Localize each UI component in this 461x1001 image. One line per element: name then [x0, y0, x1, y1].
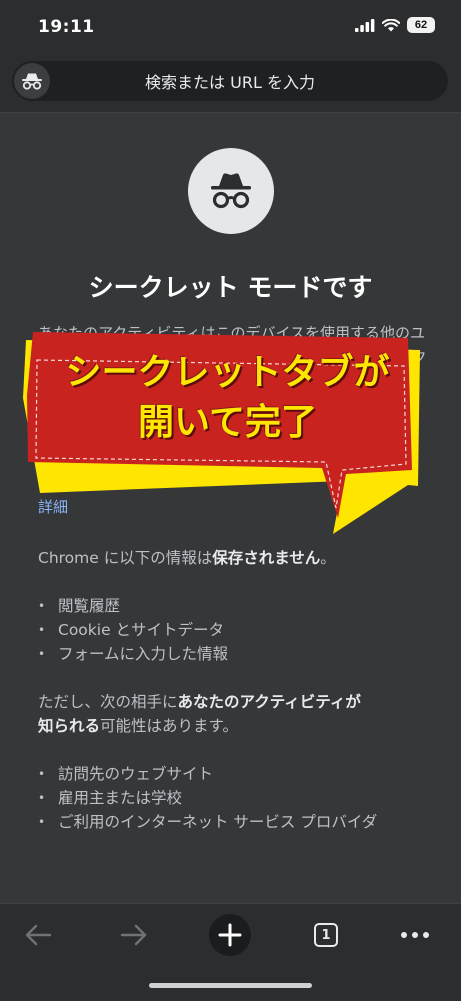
new-tab-button[interactable] [208, 914, 252, 956]
visible-to-heading: ただし、次の相手にあなたのアクティビティが 知られる可能性はあります。 [38, 693, 361, 735]
back-button[interactable] [16, 915, 60, 955]
annotation-callout: シークレットタブが 開いて完了 [0, 0, 461, 560]
tab-switcher-icon: 1 [314, 923, 338, 947]
list-item: 閲覧履歴 [38, 594, 428, 618]
back-arrow-icon [25, 924, 52, 946]
list-item: Cookie とサイトデータ [38, 618, 428, 642]
list-item: 雇用主または学校 [38, 786, 428, 810]
visible-to-list: 訪問先のウェブサイト 雇用主または学校 ご利用のインターネット サービス プロバ… [38, 762, 428, 834]
menu-button[interactable] [393, 915, 437, 955]
incognito-info: Chrome に以下の情報は保存されません。 閲覧履歴 Cookie とサイトデ… [38, 546, 428, 834]
not-saved-list: 閲覧履歴 Cookie とサイトデータ フォームに入力した情報 [38, 594, 428, 666]
more-dots-icon [401, 932, 429, 938]
callout-text: シークレットタブが 開いて完了 [65, 352, 390, 443]
home-indicator [149, 983, 312, 988]
list-item: 訪問先のウェブサイト [38, 762, 428, 786]
tab-switcher-button[interactable]: 1 [304, 915, 348, 955]
list-item: フォームに入力した情報 [38, 642, 428, 666]
forward-arrow-icon [120, 924, 147, 946]
list-item: ご利用のインターネット サービス プロバイダ [38, 810, 428, 834]
forward-button[interactable] [112, 915, 156, 955]
bottom-toolbar: 1 [0, 903, 461, 1001]
callout-bubble [23, 332, 420, 534]
plus-icon [209, 914, 251, 956]
